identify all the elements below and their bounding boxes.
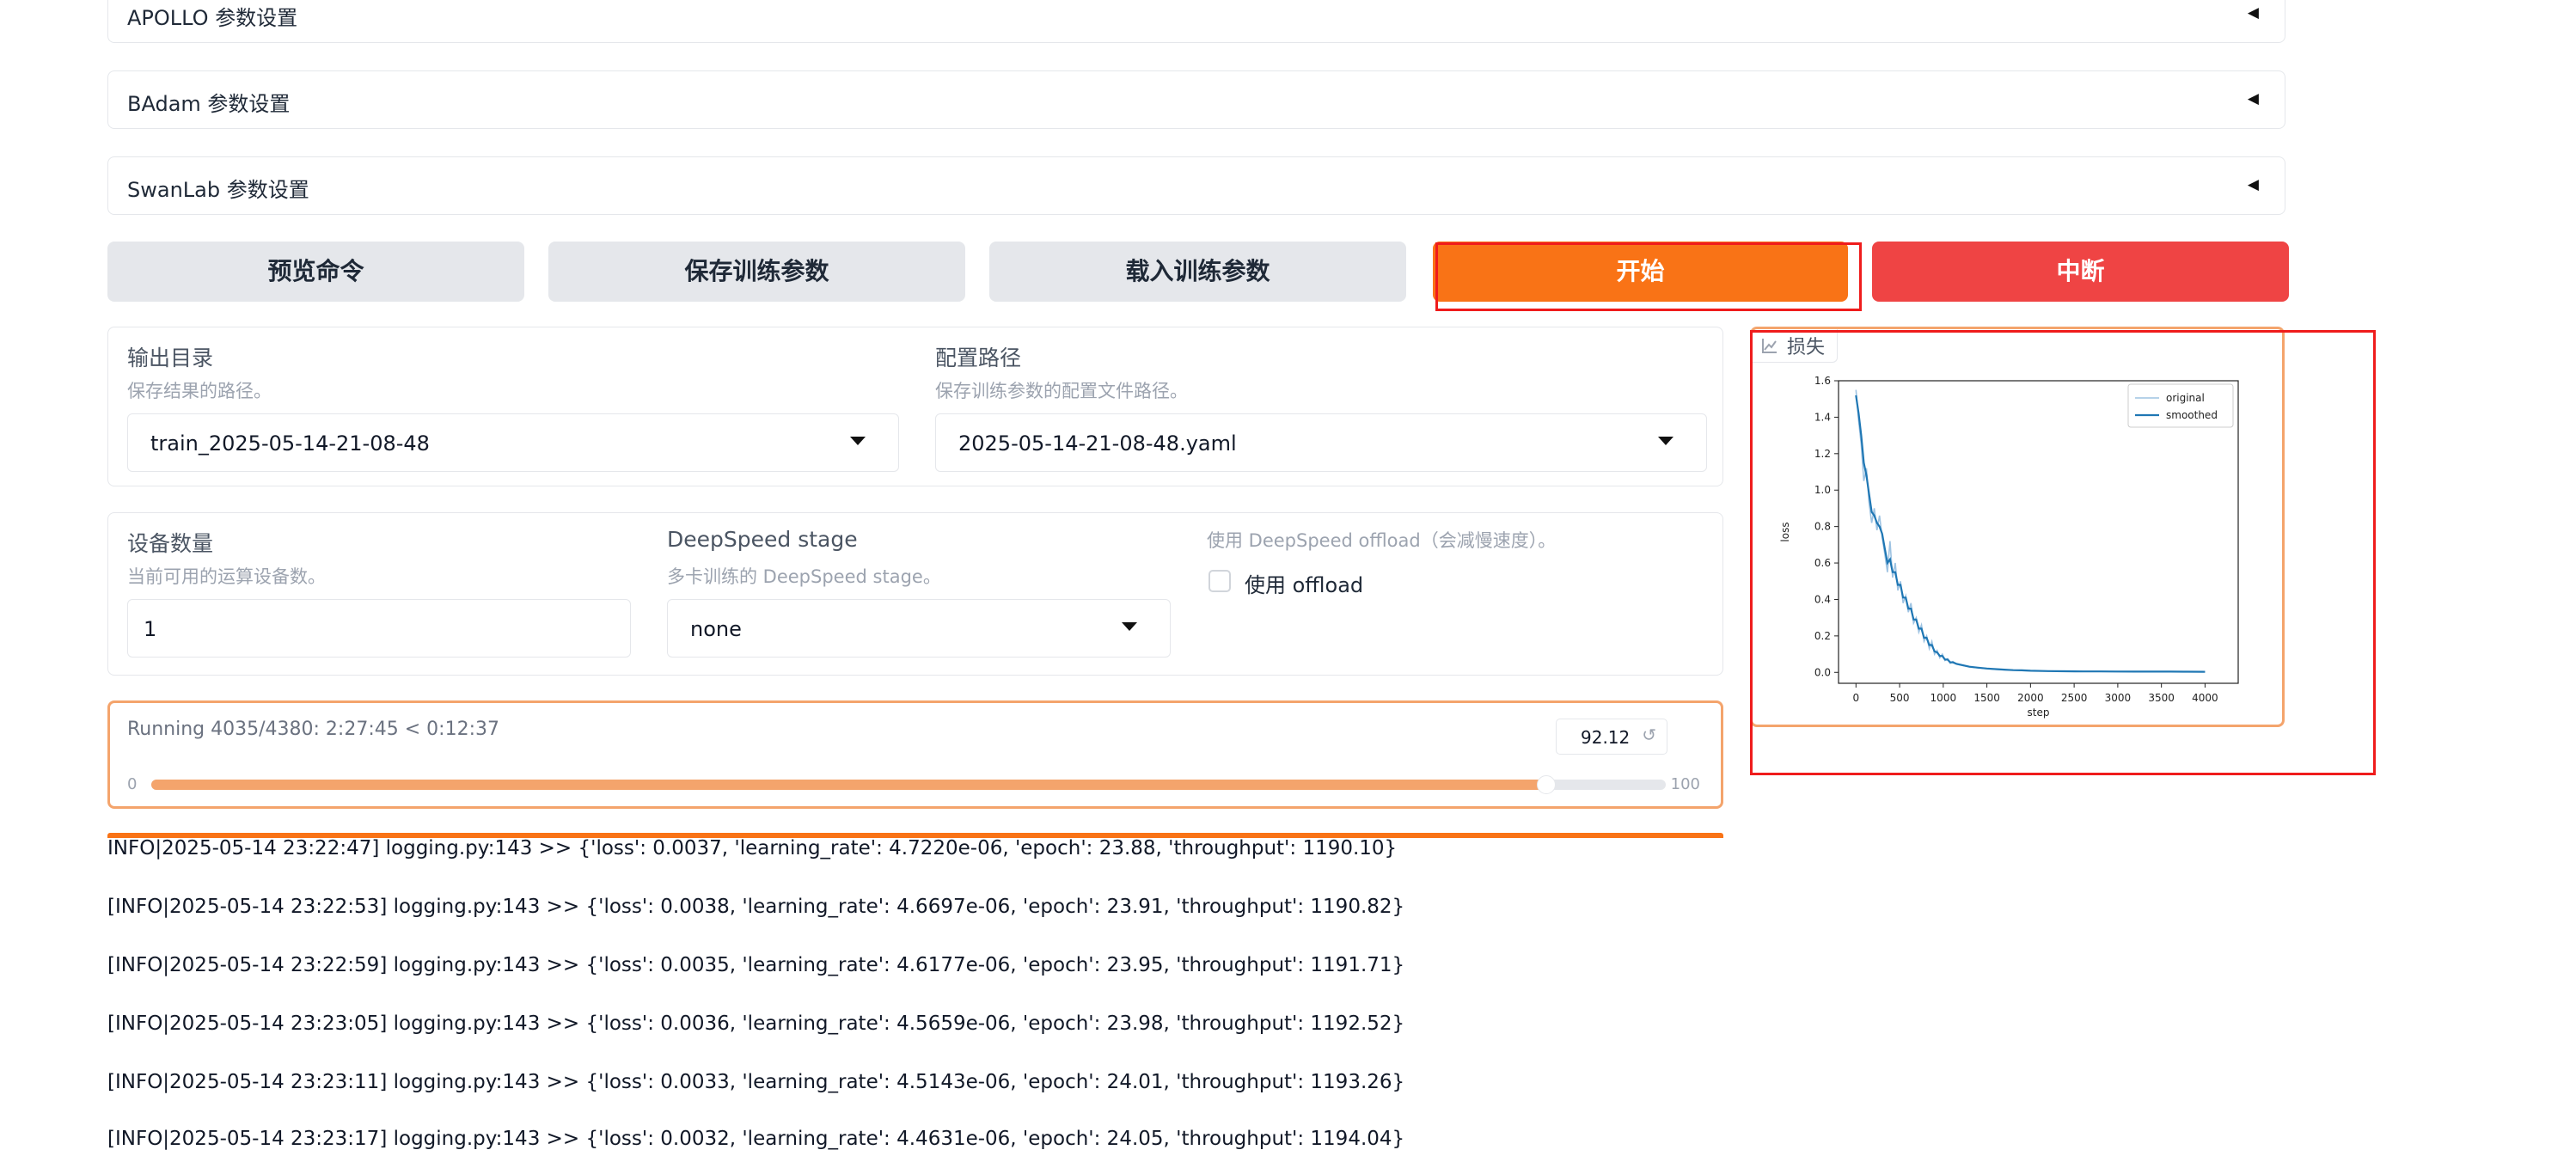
save-args-button[interactable]: 保存训练参数 [548,242,965,302]
loss-chart: 0 500 1000 1500 2000 2500 3000 3500 4000 0.0 0.2 0.… [1779,375,2239,719]
x-tick-label: 500 [1890,692,1910,704]
accordion-swanlab-settings[interactable]: SwanLab 参数设置 ◀ [107,156,2285,215]
log-line: [INFO|2025-05-14 23:22:53] logging.py:14… [107,896,1405,918]
output-dir-label: 输出目录 [127,346,214,370]
collapse-triangle-icon[interactable]: ◀ [2248,4,2259,21]
progress-min: 0 [127,775,138,793]
device-count-info: 当前可用的运算设备数。 [127,566,326,587]
config-path-info: 保存训练参数的配置文件路径。 [935,381,1188,401]
accordion-apollo-settings[interactable]: APOLLO 参数设置 ◀ [107,0,2285,43]
device-count-field[interactable]: 1 [127,599,631,658]
x-tick-label: 2500 [2061,692,2088,704]
y-tick-label: 1.0 [1814,484,1831,496]
output-dir-value: train_2025-05-14-21-08-48 [150,431,430,456]
x-tick-label: 3000 [2105,692,2132,704]
line-chart-icon [1762,339,1777,353]
ds-stage-info: 多卡训练的 DeepSpeed stage。 [667,566,941,587]
collapse-triangle-icon[interactable]: ◀ [2248,90,2259,107]
y-tick-label: 0.4 [1814,593,1831,605]
accordion-label: APOLLO 参数设置 [127,6,298,30]
legend-label: original [2166,392,2205,404]
output-dir-info: 保存结果的路径。 [127,381,272,401]
start-button[interactable]: 开始 [1433,242,1848,302]
x-tick-label: 2000 [2017,692,2044,704]
accordion-label: BAdam 参数设置 [127,92,291,116]
ds-offload-info: 使用 DeepSpeed offload（会减慢速度）。 [1207,530,1557,551]
log-line: [INFO|2025-05-14 23:23:11] logging.py:14… [107,1071,1405,1093]
ds-stage-dropdown[interactable]: none [667,599,1171,658]
x-axis-label: step [2028,707,2050,719]
chevron-down-icon[interactable] [850,437,866,445]
chevron-down-icon[interactable] [1122,622,1137,631]
load-args-button[interactable]: 载入训练参数 [989,242,1406,302]
device-count-value: 1 [144,617,157,641]
log-line: [INFO|2025-05-14 23:23:17] logging.py:14… [107,1128,1405,1150]
loss-plot-label: 损失 [1787,337,1826,358]
y-tick-label: 1.2 [1814,448,1831,460]
ds-offload-checkbox[interactable] [1208,570,1231,592]
progress-slider-track[interactable] [151,775,1666,794]
y-tick-label: 0.8 [1814,521,1831,533]
ds-offload-label[interactable]: 使用 offload [1245,568,1363,598]
x-tick-label: 1500 [1973,692,2000,704]
log-line: INFO|2025-05-14 23:22:47] logging.py:143… [107,837,1398,859]
device-deepspeed-panel: 设备数量 当前可用的运算设备数。 1 DeepSpeed stage 多卡训练的… [107,512,1723,676]
y-tick-label: 0.2 [1814,630,1831,642]
collapse-triangle-icon[interactable]: ◀ [2248,176,2259,193]
preview-command-button[interactable]: 预览命令 [107,242,524,302]
progress-slider-thumb[interactable] [1537,775,1557,794]
x-tick-label: 1000 [1930,692,1957,704]
log-line: [INFO|2025-05-14 23:22:59] logging.py:14… [107,954,1405,976]
config-path-dropdown[interactable]: 2025-05-14-21-08-48.yaml [935,413,1707,472]
ds-stage-label: DeepSpeed stage [667,527,858,552]
output-config-panel: 输出目录 保存结果的路径。 train_2025-05-14-21-08-48 … [107,327,1723,486]
progress-status: Running 4035/4380: 2:27:45 < 0:12:37 [127,719,499,740]
accordion-badam-settings[interactable]: BAdam 参数设置 ◀ [107,70,2285,129]
progress-value-box[interactable]: 92.12 ↺ [1556,719,1667,755]
progress-slider-fill [151,780,1547,790]
y-tick-label: 0.0 [1814,666,1831,678]
log-line: [INFO|2025-05-14 23:23:05] logging.py:14… [107,1012,1405,1035]
x-tick-label: 3500 [2148,692,2175,704]
y-axis-label: loss [1779,522,1791,541]
chevron-down-icon[interactable] [1658,437,1673,445]
y-tick-label: 0.6 [1814,557,1831,569]
loss-plot-panel: 损失 0 500 1000 1500 2000 2500 3000 3500 4000 0.0 0.… [1750,327,2285,727]
config-path-value: 2025-05-14-21-08-48.yaml [958,431,1237,456]
y-tick-label: 1.4 [1814,411,1831,423]
x-tick-label: 4000 [2192,692,2218,704]
loss-plot-label-tag: 损失 [1753,329,1839,363]
progress-value: 92.12 [1581,727,1631,748]
legend-label: smoothed [2166,409,2218,421]
x-tick-label: 0 [1852,692,1859,704]
ds-stage-value: none [690,617,742,641]
progress-panel: Running 4035/4380: 2:27:45 < 0:12:37 92.… [107,700,1723,809]
reset-icon[interactable]: ↺ [1642,725,1656,745]
abort-button[interactable]: 中断 [1872,242,2289,302]
config-path-label: 配置路径 [935,346,1022,370]
output-dir-dropdown[interactable]: train_2025-05-14-21-08-48 [127,413,899,472]
progress-max: 100 [1670,775,1700,793]
accordion-label: SwanLab 参数设置 [127,178,309,202]
y-tick-label: 1.6 [1814,375,1831,387]
device-count-label: 设备数量 [127,531,214,556]
